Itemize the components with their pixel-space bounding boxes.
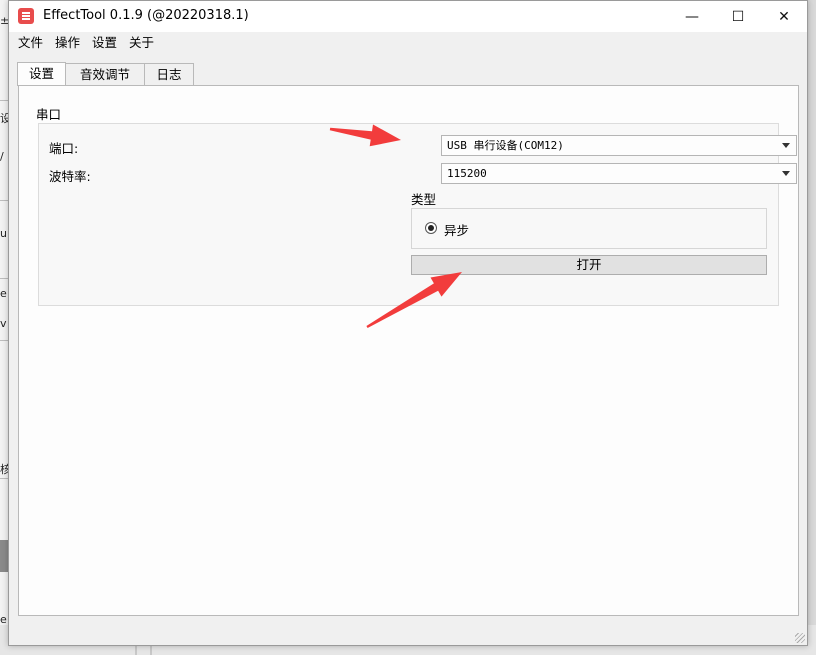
maximize-button[interactable]: ☐ — [715, 1, 761, 32]
type-label: 类型 — [411, 192, 437, 207]
async-radio-label[interactable]: 异步 — [444, 220, 469, 239]
menu-settings[interactable]: 设置 — [86, 32, 123, 53]
baud-rate-select[interactable]: 115200 — [441, 163, 797, 184]
tab-settings[interactable]: 设置 — [17, 62, 66, 86]
menu-operation[interactable]: 操作 — [49, 32, 86, 53]
effecttool-window: EffectTool 0.1.9 (@20220318.1) — ☐ ✕ 文件 … — [8, 0, 808, 646]
tab-sound-effect[interactable]: 音效调节 — [65, 63, 145, 85]
port-label: 端口: — [49, 141, 79, 156]
window-title: EffectTool 0.1.9 (@20220318.1) — [43, 8, 249, 23]
menu-bar: 文件 操作 设置 关于 — [9, 32, 807, 53]
type-group: 异步 — [411, 208, 767, 249]
minimize-button[interactable]: — — [669, 1, 715, 32]
port-select[interactable]: USB 串行设备(COM12) — [441, 135, 797, 156]
menu-file[interactable]: 文件 — [9, 32, 49, 53]
port-select-value: USB 串行设备(COM12) — [447, 139, 564, 152]
chevron-down-icon — [782, 171, 790, 176]
title-bar[interactable]: EffectTool 0.1.9 (@20220318.1) — ☐ ✕ — [9, 1, 807, 32]
baud-rate-select-value: 115200 — [447, 167, 487, 180]
serial-group-title: 串口 — [36, 107, 62, 122]
close-button[interactable]: ✕ — [761, 1, 807, 32]
resize-grip-icon[interactable] — [795, 633, 805, 643]
menu-about[interactable]: 关于 — [123, 32, 160, 53]
baud-rate-label: 波特率: — [49, 169, 91, 184]
status-bar — [9, 623, 807, 645]
async-radio[interactable] — [425, 222, 437, 234]
chevron-down-icon — [782, 143, 790, 148]
tab-log[interactable]: 日志 — [144, 63, 194, 85]
app-icon — [18, 8, 34, 24]
open-button[interactable]: 打开 — [411, 255, 767, 275]
